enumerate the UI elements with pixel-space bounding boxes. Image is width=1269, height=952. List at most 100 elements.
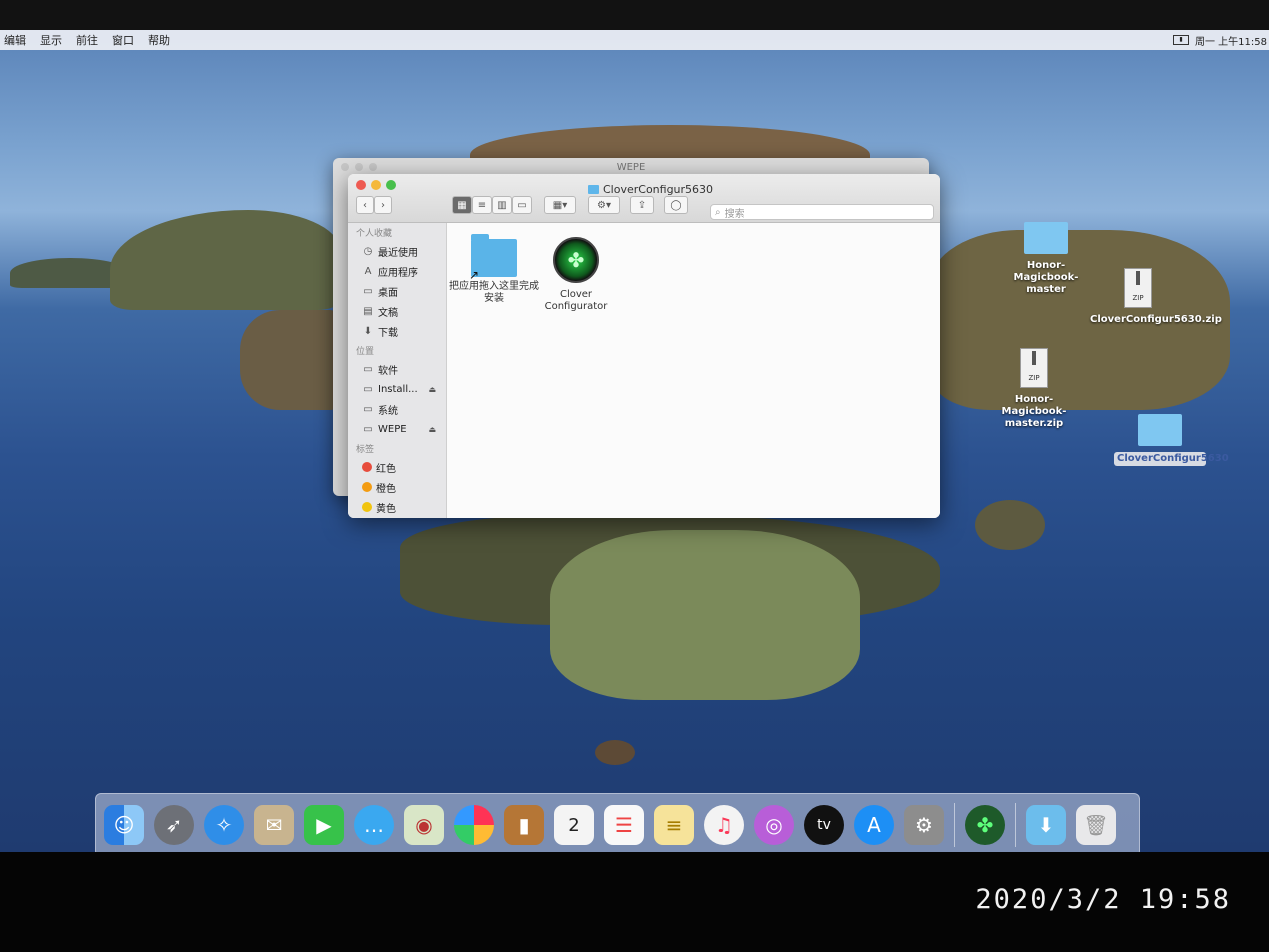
- sidebar-section-locations: 位置: [356, 347, 375, 357]
- applications-icon: A: [364, 265, 372, 277]
- desktop-icon: ▭: [363, 285, 373, 297]
- finder-icon[interactable]: ☺: [104, 805, 144, 845]
- sidebar-tag-red[interactable]: 红色: [348, 457, 446, 477]
- window-title: CloverConfigur5630: [588, 183, 713, 196]
- window-title: WEPE: [616, 162, 646, 173]
- finder-toolbar: CloverConfigur5630 ‹ › ▦ ≡ ▥ ▭ ▦▾ ⚙▾ ⇪ ◯…: [348, 174, 940, 223]
- contacts-icon[interactable]: ▮: [504, 805, 544, 845]
- music-icon[interactable]: ♫: [704, 805, 744, 845]
- menu-help[interactable]: 帮助: [144, 32, 180, 48]
- documents-icon: ▤: [363, 305, 373, 317]
- sidebar-item-volume[interactable]: ▭ 系统: [348, 399, 446, 419]
- photo-top-border: [0, 0, 1269, 30]
- desktop-icon-label: Honor-Magicbook-master: [1013, 260, 1079, 295]
- search-input[interactable]: ⌕ 搜索: [710, 204, 934, 220]
- menu-edit[interactable]: 编辑: [0, 32, 36, 48]
- desktop-icon-folder[interactable]: Honor-Magicbook-master: [998, 222, 1094, 296]
- maps-icon[interactable]: ◉: [404, 805, 444, 845]
- clover-configurator-icon: ✤: [553, 237, 599, 283]
- desktop-icon-folder-selected[interactable]: CloverConfigur5630: [1114, 414, 1229, 466]
- zoom-button[interactable]: [386, 180, 396, 190]
- menu-window[interactable]: 窗口: [108, 32, 144, 48]
- desktop-icon-label: Honor-Magicbook-master.zip: [1001, 394, 1067, 429]
- photo-timestamp: 2020/3/2 19:58: [975, 884, 1231, 915]
- dock: ☺ ➶ ✧ ✉ ▶ … ◉ ▮ 2 ☰ ≡ ♫ ◎ tv A ⚙ ✤ ⬇ 🗑: [95, 793, 1140, 857]
- sidebar-item-applications[interactable]: A 应用程序: [348, 261, 446, 281]
- facetime-icon[interactable]: ▶: [304, 805, 344, 845]
- safari-icon[interactable]: ✧: [204, 805, 244, 845]
- sidebar-item-recents[interactable]: ◷ 最近使用: [348, 241, 446, 261]
- dock-separator: [1015, 803, 1016, 847]
- notes-icon[interactable]: ≡: [654, 805, 694, 845]
- desktop-icon-label: CloverConfigur5630: [1114, 452, 1229, 466]
- file-label: Clover Configurator: [544, 289, 608, 312]
- folder-icon: [588, 185, 599, 194]
- zip-file-icon: ZIP: [1124, 268, 1152, 308]
- tag-dot-icon: [362, 482, 372, 492]
- messages-icon[interactable]: …: [354, 805, 394, 845]
- action-gear-button[interactable]: ⚙▾: [588, 196, 620, 214]
- list-view-button[interactable]: ≡: [472, 196, 492, 214]
- sidebar-item-volume[interactable]: ▭ WEPE ⏏: [348, 419, 446, 439]
- file-item[interactable]: ↗ 把应用拖入这里完成安装: [449, 233, 539, 305]
- sidebar-item-desktop[interactable]: ▭ 桌面: [348, 281, 446, 301]
- downloads-folder-icon[interactable]: ⬇: [1026, 805, 1066, 845]
- desktop-icon-zip[interactable]: ZIP CloverConfigur5630.zip: [1090, 268, 1222, 326]
- podcasts-icon[interactable]: ◎: [754, 805, 794, 845]
- battery-icon[interactable]: ▮: [1173, 35, 1189, 45]
- sidebar-tag-orange[interactable]: 橙色: [348, 477, 446, 497]
- dock-separator: [954, 803, 955, 847]
- group-button[interactable]: ▦▾: [544, 196, 576, 214]
- disk-icon: ▭: [363, 363, 373, 375]
- search-icon: ⌕: [715, 206, 721, 218]
- file-label: 把应用拖入这里完成安装: [449, 281, 539, 304]
- menubar-clock[interactable]: 周一 上午11:58: [1195, 33, 1267, 48]
- close-button[interactable]: [356, 180, 366, 190]
- applications-folder-alias-icon: ↗: [469, 234, 517, 281]
- tag-dot-icon: [362, 462, 372, 472]
- mail-icon[interactable]: ✉: [254, 805, 294, 845]
- eject-icon[interactable]: ⏏: [428, 425, 436, 434]
- forward-button[interactable]: ›: [374, 196, 392, 214]
- system-preferences-icon[interactable]: ⚙: [904, 805, 944, 845]
- file-item[interactable]: ✤ Clover Configurator: [531, 233, 621, 313]
- tv-icon[interactable]: tv: [804, 805, 844, 845]
- zip-file-icon: ZIP: [1020, 348, 1048, 388]
- launchpad-icon[interactable]: ➶: [154, 805, 194, 845]
- minimize-button[interactable]: [371, 180, 381, 190]
- sidebar-tag-yellow[interactable]: 黄色: [348, 497, 446, 517]
- eject-icon[interactable]: ⏏: [428, 385, 436, 394]
- calendar-icon[interactable]: 2: [554, 805, 594, 845]
- sidebar-item-volume[interactable]: ▭ 软件: [348, 359, 446, 379]
- recent-icon: ◷: [363, 245, 373, 257]
- tag-dot-icon: [362, 502, 372, 512]
- desktop-icon-zip[interactable]: ZIP Honor-Magicbook-master.zip: [986, 348, 1082, 430]
- gallery-view-button[interactable]: ▭: [512, 196, 532, 214]
- sidebar-item-downloads[interactable]: ⬇ 下载: [348, 321, 446, 341]
- sidebar-section-tags: 标签: [356, 445, 375, 455]
- menu-view[interactable]: 显示: [36, 32, 72, 48]
- finder-window[interactable]: CloverConfigur5630 ‹ › ▦ ≡ ▥ ▭ ▦▾ ⚙▾ ⇪ ◯…: [348, 174, 940, 518]
- menu-go[interactable]: 前往: [72, 32, 108, 48]
- share-button[interactable]: ⇪: [630, 196, 654, 214]
- desktop-icon-label: CloverConfigur5630.zip: [1090, 314, 1222, 325]
- app-store-icon[interactable]: A: [854, 805, 894, 845]
- finder-content: ↗ 把应用拖入这里完成安装 ✤ Clover Configurator: [447, 223, 940, 518]
- back-button[interactable]: ‹: [356, 196, 374, 214]
- finder-sidebar: 个人收藏 ◷ 最近使用 A 应用程序 ▭ 桌面 ▤ 文稿 ⬇ 下载 位置 ▭ 软件 ▭ Ins…: [348, 223, 447, 518]
- trash-icon[interactable]: 🗑: [1076, 805, 1116, 845]
- search-placeholder: 搜索: [724, 208, 745, 220]
- reminders-icon[interactable]: ☰: [604, 805, 644, 845]
- column-view-button[interactable]: ▥: [492, 196, 512, 214]
- window-title-text: CloverConfigur5630: [603, 183, 714, 196]
- tag-button[interactable]: ◯: [664, 196, 688, 214]
- menu-bar: 编辑 显示 前往 窗口 帮助 ▮ 周一 上午11:58: [0, 30, 1269, 50]
- folder-icon: [1138, 414, 1182, 446]
- downloads-icon: ⬇: [363, 325, 373, 337]
- icon-view-button[interactable]: ▦: [452, 196, 472, 214]
- disk-icon: ▭: [363, 403, 373, 415]
- sidebar-item-volume[interactable]: ▭ Install... ⏏: [348, 379, 446, 399]
- sidebar-item-documents[interactable]: ▤ 文稿: [348, 301, 446, 321]
- clover-configurator-icon[interactable]: ✤: [965, 805, 1005, 845]
- photos-icon[interactable]: [454, 805, 494, 845]
